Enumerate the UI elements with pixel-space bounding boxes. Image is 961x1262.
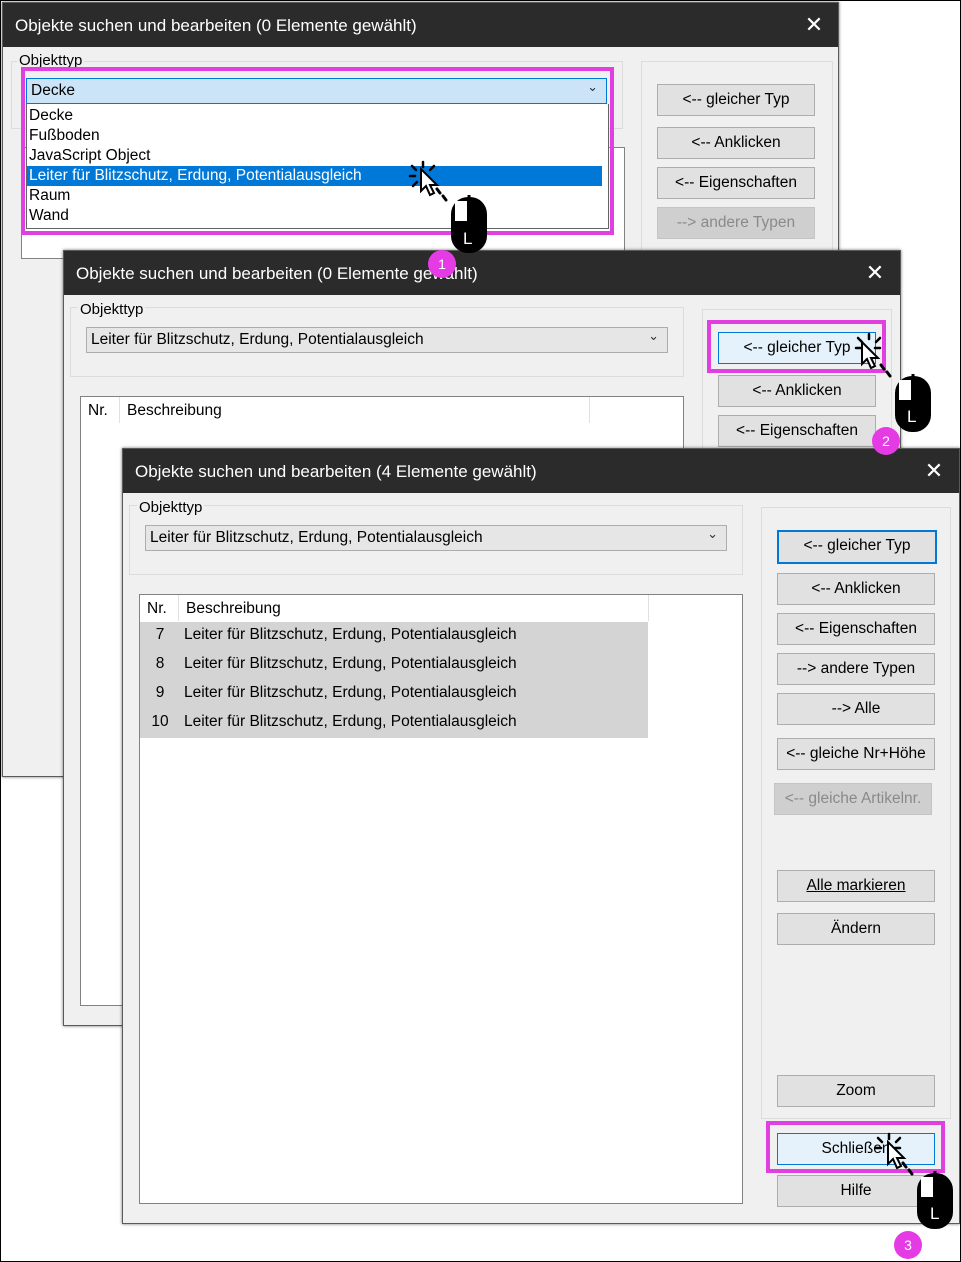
click-button[interactable]: <-- Anklicken xyxy=(718,375,876,407)
object-list[interactable]: Nr. Beschreibung 7 Leiter für Blitzschut… xyxy=(139,594,743,1204)
properties-button[interactable]: <-- Eigenschaften xyxy=(777,613,935,645)
other-types-button[interactable]: --> andere Typen xyxy=(777,653,935,685)
mark-all-button[interactable]: Alle markieren xyxy=(777,870,935,902)
column-divider xyxy=(119,397,120,423)
table-row[interactable]: 10 Leiter für Blitzschutz, Erdung, Poten… xyxy=(140,709,648,738)
same-type-button[interactable]: <-- gleicher Typ xyxy=(657,84,815,116)
objecttype-combo[interactable]: Leiter für Blitzschutz, Erdung, Potentia… xyxy=(145,525,727,551)
step-marker-2: 2 xyxy=(872,427,900,455)
all-button[interactable]: --> Alle xyxy=(777,693,935,725)
dialog-2-title: Objekte suchen und bearbeiten (0 Element… xyxy=(76,264,478,283)
dialog-1-title: Objekte suchen und bearbeiten (0 Element… xyxy=(15,16,417,35)
close-icon[interactable]: ✕ xyxy=(864,262,886,284)
objecttype-label: Objekttyp xyxy=(78,301,146,318)
mouse-letter: L xyxy=(907,407,917,426)
table-row[interactable]: 9 Leiter für Blitzschutz, Erdung, Potent… xyxy=(140,680,648,709)
properties-button[interactable]: <-- Eigenschaften xyxy=(718,415,876,447)
chevron-down-icon: ⌄ xyxy=(648,328,659,343)
row-nr: 7 xyxy=(155,626,165,643)
column-header-description[interactable]: Beschreibung xyxy=(186,595,281,622)
row-nr: 9 xyxy=(155,684,165,701)
highlight-box-1 xyxy=(21,67,614,235)
same-type-button[interactable]: <-- gleicher Typ xyxy=(777,530,937,564)
mouse-letter: L xyxy=(463,229,473,248)
same-article-button[interactable]: <-- gleiche Artikelnr. xyxy=(774,783,932,815)
step-marker-1: 1 xyxy=(428,250,456,278)
dialog-2-titlebar: Objekte suchen und bearbeiten (0 Element… xyxy=(64,251,900,295)
combo-value: Leiter für Blitzschutz, Erdung, Potentia… xyxy=(150,529,483,546)
table-row[interactable]: 8 Leiter für Blitzschutz, Erdung, Potent… xyxy=(140,651,648,680)
column-header-nr[interactable]: Nr. xyxy=(88,397,108,424)
row-description: Leiter für Blitzschutz, Erdung, Potentia… xyxy=(184,626,517,643)
table-row[interactable]: 7 Leiter für Blitzschutz, Erdung, Potent… xyxy=(140,622,648,651)
column-header-nr[interactable]: Nr. xyxy=(147,595,167,622)
column-divider xyxy=(648,595,649,621)
properties-button[interactable]: <-- Eigenschaften xyxy=(657,167,815,199)
objecttype-combo[interactable]: Leiter für Blitzschutz, Erdung, Potentia… xyxy=(86,327,668,353)
dialog-3-title: Objekte suchen und bearbeiten (4 Element… xyxy=(135,462,537,481)
dialog-3: Objekte suchen und bearbeiten (4 Element… xyxy=(122,448,960,1224)
dialog-1-titlebar: Objekte suchen und bearbeiten (0 Element… xyxy=(3,3,838,47)
close-icon[interactable]: ✕ xyxy=(923,460,945,482)
column-divider xyxy=(589,397,590,423)
row-nr: 8 xyxy=(155,655,165,672)
zoom-button[interactable]: Zoom xyxy=(777,1075,935,1107)
click-button[interactable]: <-- Anklicken xyxy=(657,127,815,159)
change-button[interactable]: Ändern xyxy=(777,913,935,945)
objecttype-label: Objekttyp xyxy=(137,499,205,516)
row-description: Leiter für Blitzschutz, Erdung, Potentia… xyxy=(184,713,517,730)
other-types-button[interactable]: --> andere Typen xyxy=(657,207,815,239)
column-divider xyxy=(178,595,179,621)
step-marker-3: 3 xyxy=(894,1231,922,1259)
dialog-3-titlebar: Objekte suchen und bearbeiten (4 Element… xyxy=(123,449,959,493)
row-description: Leiter für Blitzschutz, Erdung, Potentia… xyxy=(184,684,517,701)
row-nr: 10 xyxy=(151,713,169,730)
mouse-letter: L xyxy=(930,1204,940,1223)
same-nr-height-button[interactable]: <-- gleiche Nr+Höhe xyxy=(777,738,935,770)
close-icon[interactable]: ✕ xyxy=(803,14,825,36)
row-description: Leiter für Blitzschutz, Erdung, Potentia… xyxy=(184,655,517,672)
chevron-down-icon: ⌄ xyxy=(707,526,718,541)
combo-value: Leiter für Blitzschutz, Erdung, Potentia… xyxy=(91,331,424,348)
click-button[interactable]: <-- Anklicken xyxy=(777,573,935,605)
column-header-description[interactable]: Beschreibung xyxy=(127,397,222,424)
